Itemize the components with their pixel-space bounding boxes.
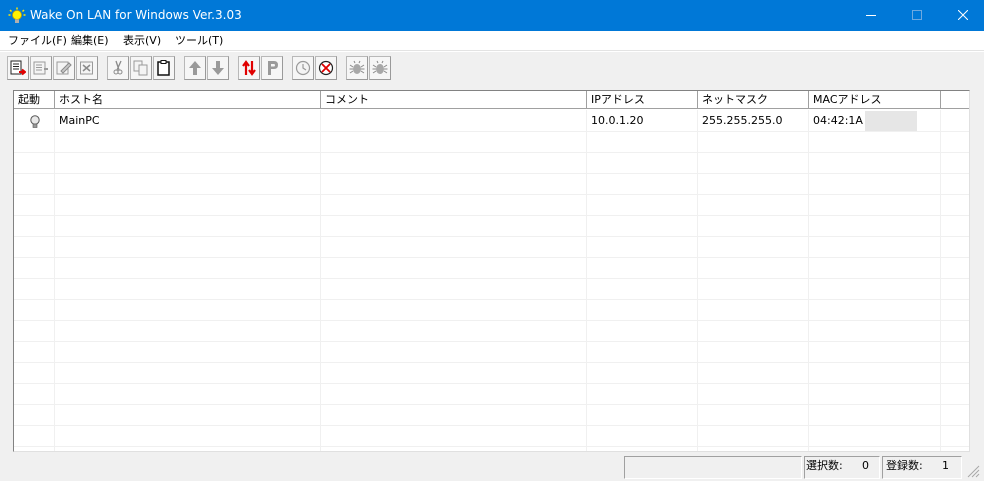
cell-host: MainPC	[59, 114, 100, 127]
paste-button[interactable]	[153, 56, 175, 80]
status-bar: 選択数: 0 登録数: 1	[0, 454, 984, 481]
resize-grip-icon[interactable]	[966, 464, 980, 478]
column-header-host[interactable]: ホスト名	[55, 91, 321, 109]
paste-icon	[157, 60, 170, 76]
edit-host-button[interactable]	[30, 56, 52, 80]
list-header: 起動 ホスト名 コメント IPアドレス ネットマスク MACアドレス	[14, 91, 969, 109]
copy-button[interactable]	[130, 56, 152, 80]
minimize-icon	[866, 15, 876, 16]
cell-netmask: 255.255.255.0	[702, 114, 783, 127]
maximize-button[interactable]	[894, 0, 940, 31]
minimize-button[interactable]	[848, 0, 894, 31]
edit-host-icon	[33, 61, 48, 75]
bulb-off-icon	[30, 115, 40, 128]
title-bar: Wake On LAN for Windows Ver.3.03	[0, 0, 984, 31]
menu-view[interactable]: 表示(V)	[123, 34, 161, 48]
column-header-mac[interactable]: MACアドレス	[809, 91, 941, 109]
menu-tools[interactable]: ツール(T)	[175, 34, 223, 48]
close-icon	[958, 10, 968, 20]
bug-button[interactable]	[346, 56, 368, 80]
add-host-icon	[10, 60, 26, 76]
clock-cancel-icon	[318, 60, 334, 76]
lightbulb-icon	[8, 7, 26, 23]
move-down-button[interactable]	[207, 56, 229, 80]
cell-ip: 10.0.1.20	[591, 114, 644, 127]
mac-redaction	[865, 111, 917, 131]
close-button[interactable]	[940, 0, 984, 31]
column-header-ip[interactable]: IPアドレス	[587, 91, 698, 109]
clock-button[interactable]	[292, 56, 314, 80]
column-header-wake[interactable]: 起動	[14, 91, 55, 109]
p-button[interactable]	[261, 56, 283, 80]
bug-icon	[349, 60, 365, 74]
menu-edit[interactable]: 編集(E)	[71, 34, 109, 48]
menu-file[interactable]: ファイル(F)	[8, 34, 67, 48]
bug-double-button[interactable]	[369, 56, 391, 80]
copy-icon	[133, 60, 148, 76]
move-up-icon	[189, 61, 201, 75]
delete-host-button[interactable]	[76, 56, 98, 80]
move-down-icon	[212, 61, 224, 75]
cell-mac: 04:42:1A	[813, 114, 863, 127]
host-list[interactable]: 起動 ホスト名 コメント IPアドレス ネットマスク MACアドレス MainP…	[13, 90, 970, 452]
maximize-icon	[912, 10, 922, 20]
selected-count: 0	[862, 459, 869, 472]
column-header-comment[interactable]: コメント	[321, 91, 587, 109]
swap-button[interactable]	[238, 56, 260, 80]
registered-count-label: 登録数:	[886, 459, 923, 472]
bug-double-icon	[372, 60, 388, 74]
window-title: Wake On LAN for Windows Ver.3.03	[30, 8, 242, 22]
edit-note-button[interactable]	[53, 56, 75, 80]
toolbar	[0, 52, 984, 86]
column-header-netmask[interactable]: ネットマスク	[698, 91, 809, 109]
p-icon	[268, 61, 278, 75]
delete-host-icon	[80, 61, 93, 75]
clock-cancel-button[interactable]	[315, 56, 337, 80]
edit-note-icon	[56, 61, 72, 75]
status-pane-main	[624, 456, 802, 479]
cut-icon	[113, 60, 123, 75]
swap-icon	[242, 60, 256, 76]
selected-count-label: 選択数:	[806, 459, 843, 472]
registered-count: 1	[942, 459, 949, 472]
move-up-button[interactable]	[184, 56, 206, 80]
add-host-button[interactable]	[7, 56, 29, 80]
cut-button[interactable]	[107, 56, 129, 80]
clock-icon	[295, 60, 311, 76]
menu-bar: ファイル(F) 編集(E) 表示(V) ツール(T)	[0, 31, 984, 51]
